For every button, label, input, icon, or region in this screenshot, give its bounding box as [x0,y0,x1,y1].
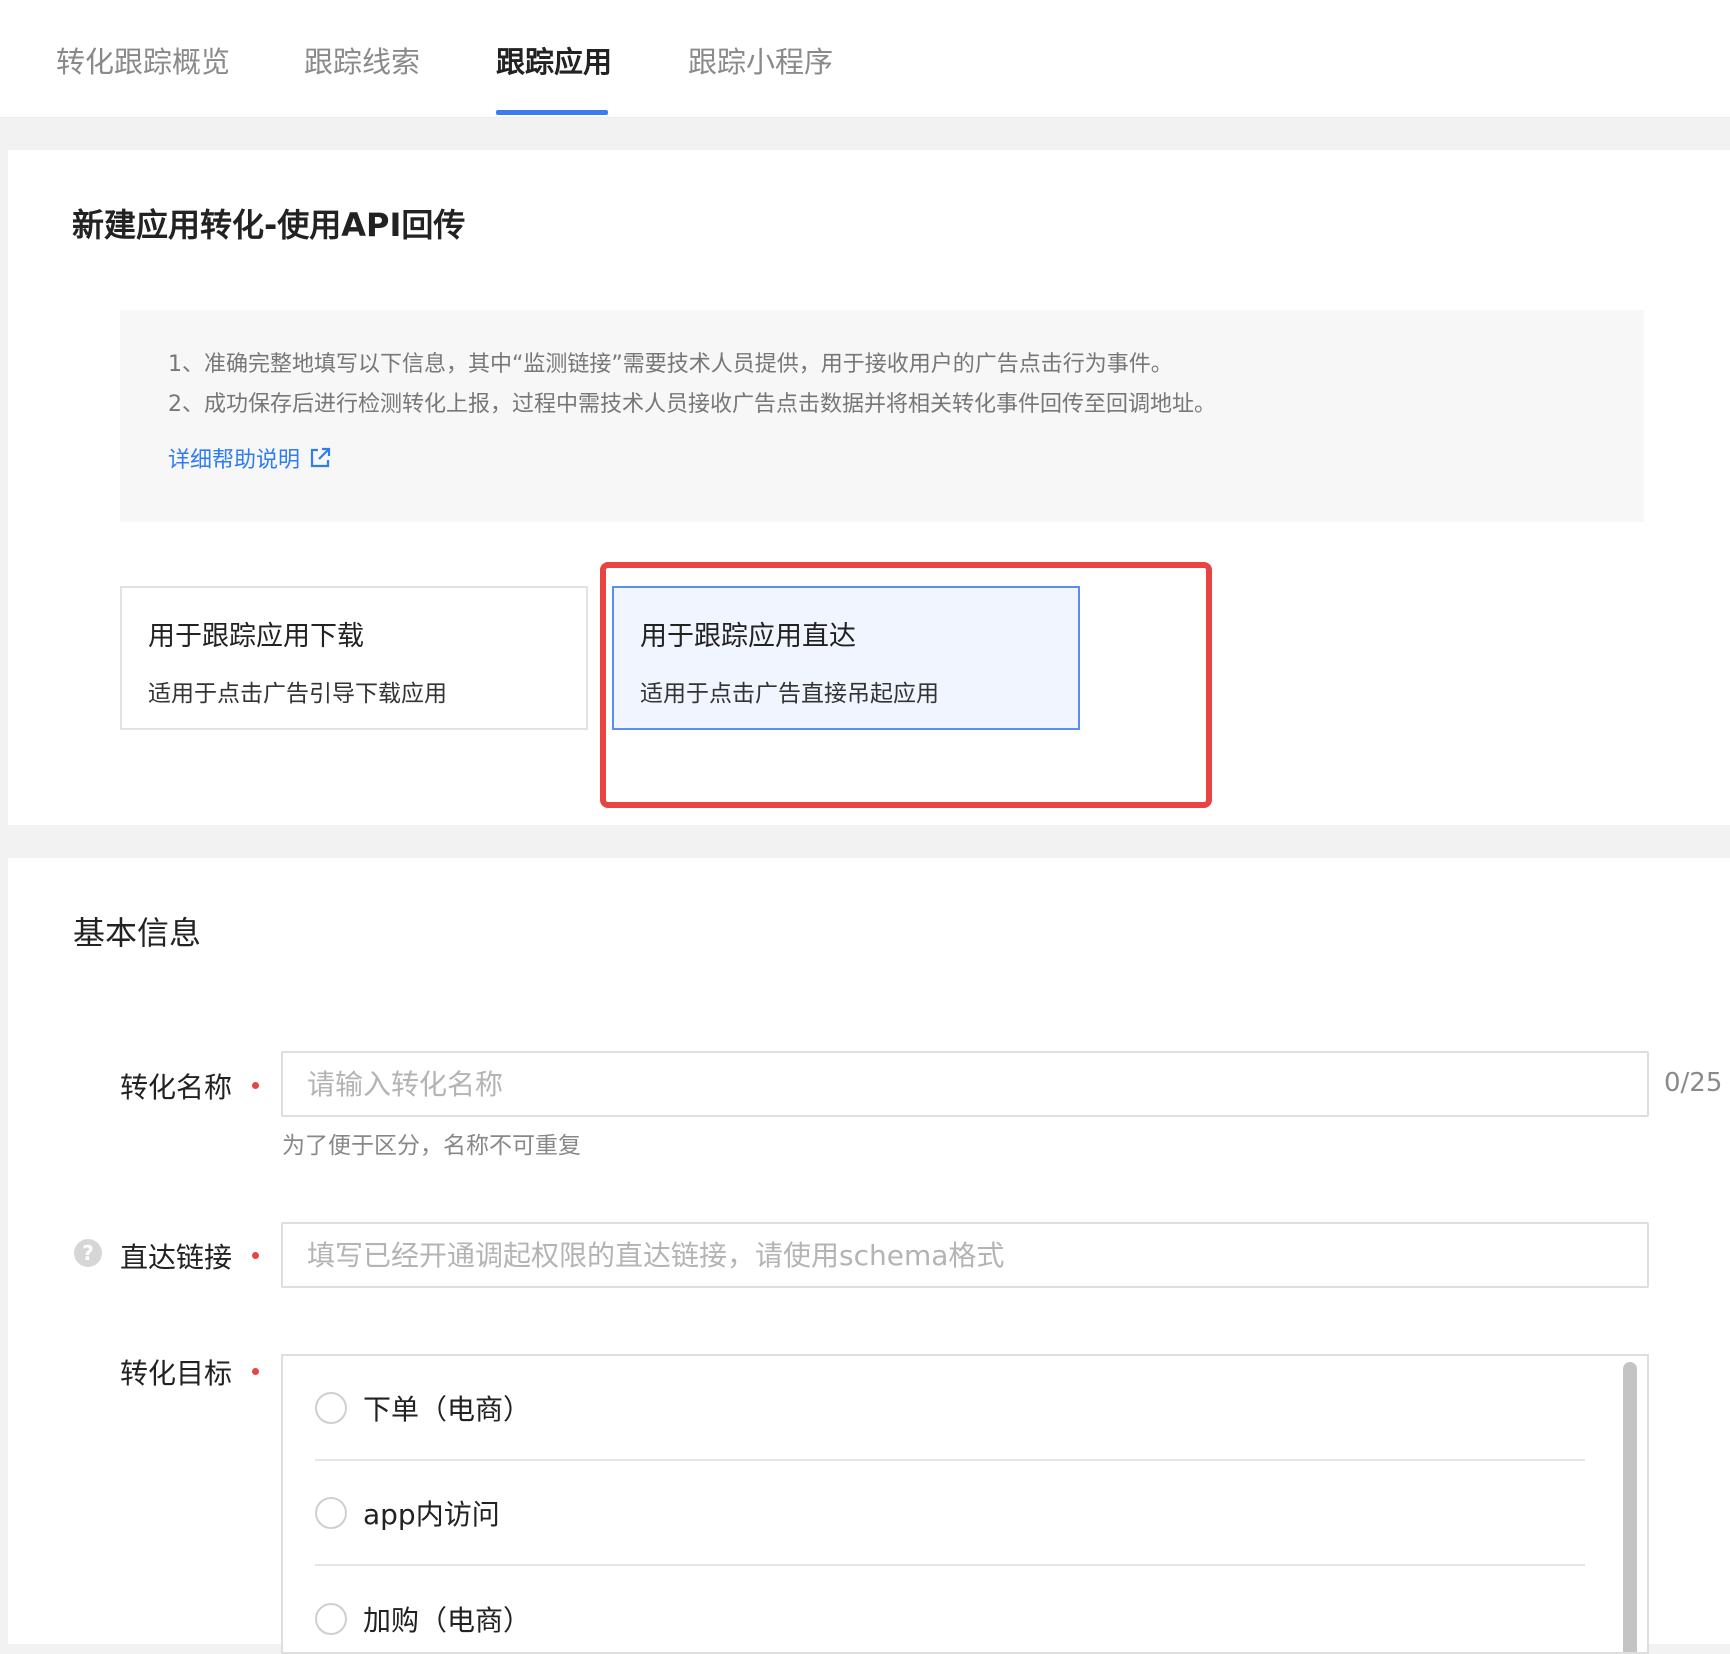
target-option-app-visit[interactable]: app内访问 [315,1461,1585,1566]
target-option-order[interactable]: 下单（电商） [315,1356,1585,1461]
help-link-label: 详细帮助说明 [168,448,301,473]
option-track-app-download[interactable]: 用于跟踪应用下载 适用于点击广告引导下载应用 [120,586,588,730]
question-circle-icon[interactable]: ? [74,1239,102,1267]
basic-info-card: 基本信息 转化名称 0/25 为了便于区分，名称不可重复 ? 直达链接 转化目标… [8,858,1730,1654]
required-marker [252,1082,259,1089]
scrollbar[interactable] [1623,1362,1637,1652]
target-option-add-cart[interactable]: 加购（电商） [315,1566,1585,1652]
tab-track-miniprogram[interactable]: 跟踪小程序 [688,42,833,82]
required-marker [252,1252,259,1259]
conversion-name-input[interactable] [281,1051,1649,1117]
info-line-1: 1、准确完整地填写以下信息，其中“监测链接”需要技术人员提供，用于接收用户的广告… [168,352,1173,377]
tab-track-apps[interactable]: 跟踪应用 [496,42,612,82]
target-option-label: 下单（电商） [363,1392,532,1426]
tab-track-leads[interactable]: 跟踪线索 [304,42,420,82]
conversion-target-label: 转化目标 [120,1357,233,1390]
help-link[interactable]: 详细帮助说明 [168,442,332,474]
external-link-icon [310,447,331,468]
section-title: 基本信息 [73,914,202,952]
info-notice: 1、准确完整地填写以下信息，其中“监测链接”需要技术人员提供，用于接收用户的广告… [120,310,1644,522]
tab-conversion-overview[interactable]: 转化跟踪概览 [56,42,230,82]
info-line-2: 2、成功保存后进行检测转化上报，过程中需技术人员接收广告点击数据并将相关转化事件… [168,392,1217,417]
radio-button[interactable] [315,1496,347,1529]
direct-link-input[interactable] [281,1222,1649,1288]
conversion-target-list[interactable]: 下单（电商） app内访问 加购（电商） [281,1354,1649,1654]
option-desc: 适用于点击广告引导下载应用 [148,681,447,707]
conversion-name-label: 转化名称 [120,1071,233,1104]
active-tab-indicator [496,110,608,115]
page-title: 新建应用转化-使用API回传 [72,206,466,244]
option-title: 用于跟踪应用下载 [148,621,364,652]
direct-link-label: 直达链接 [120,1241,233,1274]
target-option-label: 加购（电商） [363,1603,532,1637]
required-marker [252,1368,259,1375]
radio-button[interactable] [315,1602,347,1635]
target-option-label: app内访问 [363,1497,500,1531]
name-hint: 为了便于区分，名称不可重复 [282,1133,581,1159]
create-conversion-card: 新建应用转化-使用API回传 1、准确完整地填写以下信息，其中“监测链接”需要技… [8,150,1730,825]
char-counter: 0/25 [1664,1068,1723,1098]
tab-bar: 转化跟踪概览 跟踪线索 跟踪应用 跟踪小程序 [0,0,1730,118]
highlight-annotation [600,562,1212,808]
radio-button[interactable] [315,1391,347,1424]
